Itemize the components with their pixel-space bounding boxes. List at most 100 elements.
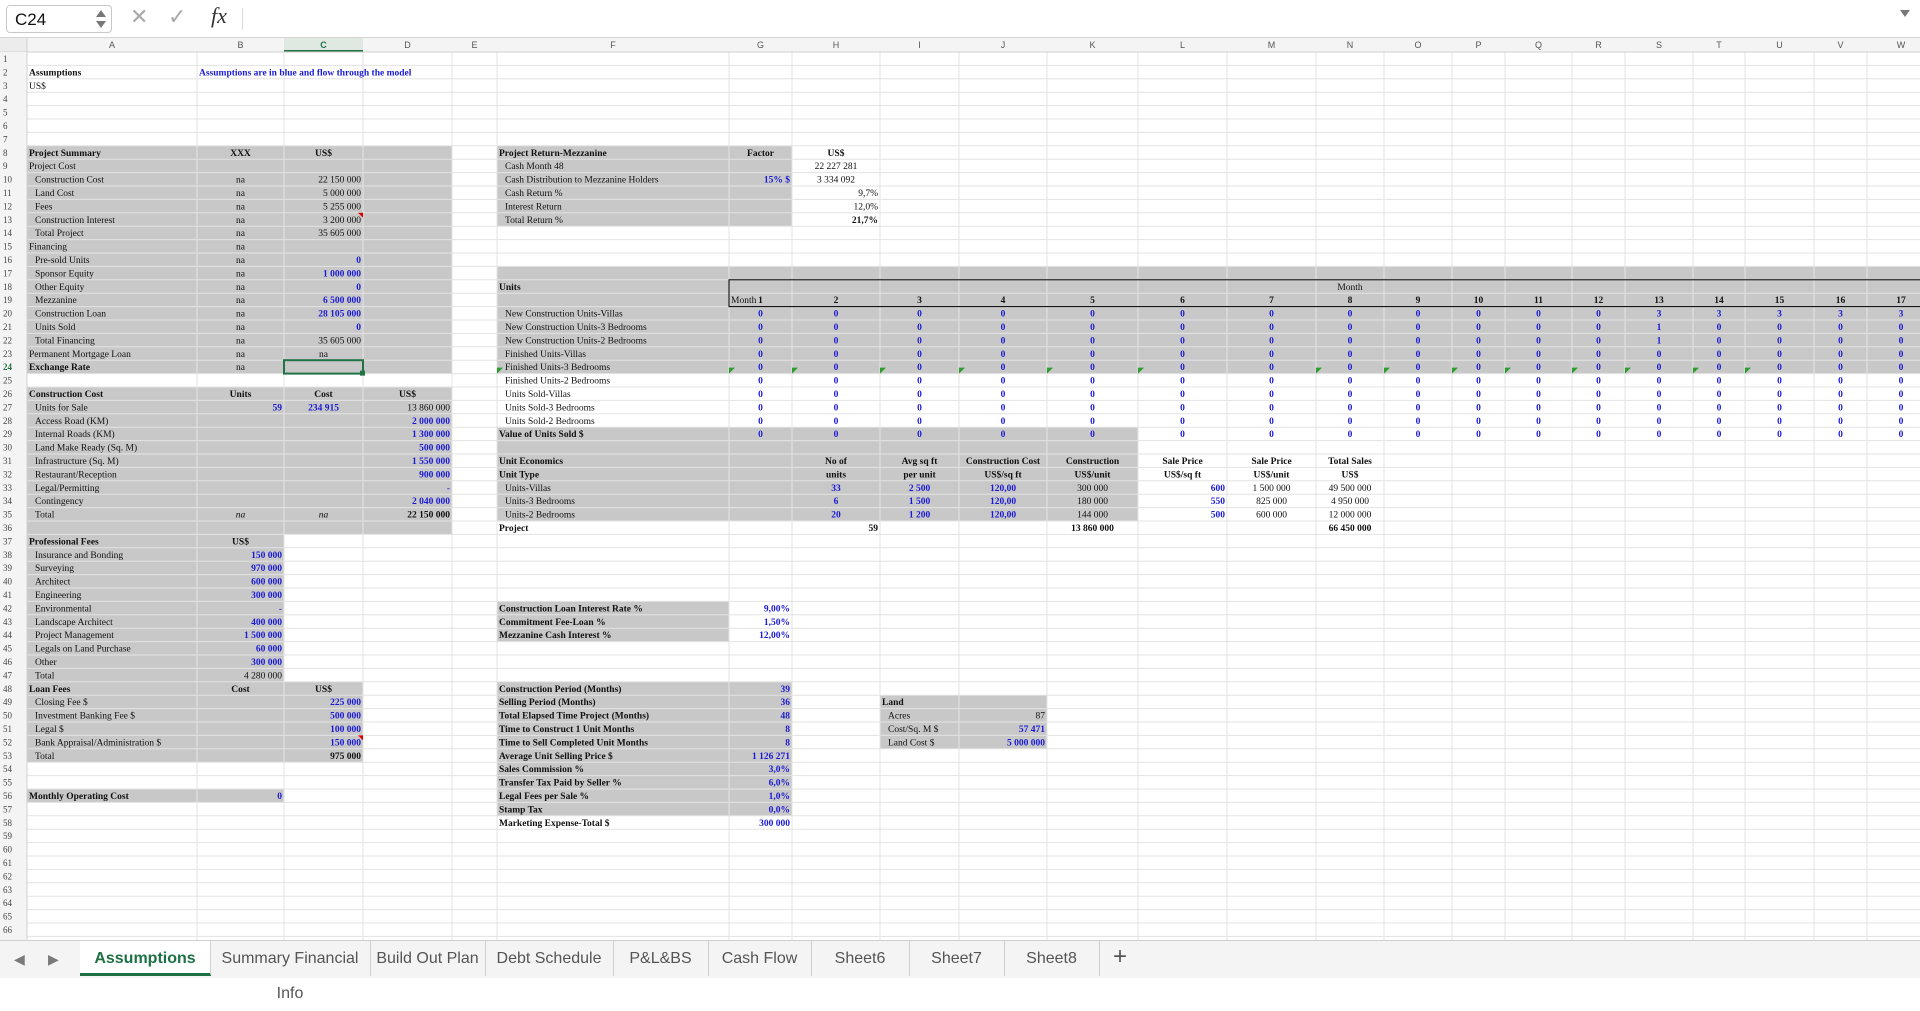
cell-C17[interactable]: 1 000 000 [323, 269, 361, 279]
column-header-W[interactable]: W [1897, 40, 1906, 50]
cell-A17[interactable]: Sponsor Equity [35, 269, 94, 279]
cell-W29[interactable]: 0 [1899, 430, 1904, 440]
cell-F10[interactable]: Cash Distribution to Mezzanine Holders [505, 176, 659, 186]
cell-R22[interactable]: 0 [1596, 336, 1601, 346]
cell-M31[interactable]: Sale Price [1251, 457, 1291, 467]
cell-F27[interactable]: Units Sold-3 Bedrooms [505, 403, 595, 413]
cell-A44[interactable]: Project Management [35, 631, 114, 641]
row-header-34[interactable]: 34 [3, 496, 13, 506]
column-header-F[interactable]: F [610, 40, 616, 50]
cell-U28[interactable]: 0 [1777, 417, 1782, 427]
cell-A24[interactable]: Exchange Rate [29, 363, 90, 373]
cell-T27[interactable]: 0 [1717, 403, 1722, 413]
cell-H27[interactable]: 0 [834, 403, 839, 413]
cell-A43[interactable]: Landscape Architect [35, 618, 113, 628]
cell-K24[interactable]: 0 [1090, 363, 1095, 373]
cell-B39[interactable]: 970 000 [251, 564, 282, 574]
cell-C22[interactable]: 35 605 000 [318, 336, 361, 346]
cell-V20[interactable]: 3 [1838, 310, 1843, 320]
cell-C23[interactable]: na [319, 350, 329, 360]
cell-B13[interactable]: na [236, 216, 246, 226]
column-header-T[interactable]: T [1716, 40, 1722, 50]
row-header-4[interactable]: 4 [3, 94, 8, 104]
cell-A9[interactable]: Project Cost [29, 162, 76, 172]
cell-O24[interactable]: 0 [1416, 363, 1421, 373]
cell-G26[interactable]: 0 [758, 390, 763, 400]
cell-K33[interactable]: 300 000 [1077, 484, 1108, 494]
cell-B42[interactable]: - [279, 604, 282, 614]
cell-A46[interactable]: Other [35, 658, 57, 668]
cell-H32[interactable]: units [826, 470, 846, 480]
column-header-K[interactable]: K [1089, 40, 1095, 50]
row-header-42[interactable]: 42 [3, 603, 12, 613]
cell-A50[interactable]: Investment Banking Fee $ [35, 711, 135, 722]
cell-A18[interactable]: Other Equity [35, 283, 85, 293]
cell-M34[interactable]: 825 000 [1256, 497, 1287, 507]
cell-D28[interactable]: 2 000 000 [412, 417, 450, 427]
cell-F49[interactable]: Selling Period (Months) [499, 697, 596, 708]
cell-B35[interactable]: na [236, 511, 246, 521]
cell-M22[interactable]: 0 [1269, 336, 1274, 346]
column-header-J[interactable]: J [1001, 40, 1006, 50]
cell-D27[interactable]: 13 860 000 [407, 403, 450, 413]
cell-F22[interactable]: New Construction Units-2 Bedrooms [505, 336, 647, 346]
cell-N31[interactable]: Total Sales [1328, 457, 1372, 467]
cell-F24[interactable]: Finished Units-3 Bedrooms [505, 363, 610, 373]
cell-K21[interactable]: 0 [1090, 323, 1095, 333]
row-header-61[interactable]: 61 [3, 858, 12, 868]
cell-M33[interactable]: 1 500 000 [1253, 484, 1291, 494]
row-header-39[interactable]: 39 [3, 563, 13, 573]
cell-H20[interactable]: 0 [834, 310, 839, 320]
row-header-17[interactable]: 17 [3, 268, 13, 278]
row-header-66[interactable]: 66 [3, 925, 13, 935]
cell-F58[interactable]: Marketing Expense-Total $ [499, 818, 610, 829]
cell-A15[interactable]: Financing [29, 243, 67, 253]
cell-T28[interactable]: 0 [1717, 417, 1722, 427]
cell-L29[interactable]: 0 [1180, 430, 1185, 440]
prev-sheet-icon[interactable]: ◀ [14, 951, 25, 968]
cell-J31[interactable]: Construction Cost [966, 457, 1041, 467]
cell-C27[interactable]: 234 915 [308, 403, 339, 413]
cell-M28[interactable]: 0 [1269, 417, 1274, 427]
cell-O25[interactable]: 0 [1416, 377, 1421, 387]
cell-F54[interactable]: Sales Commission % [499, 765, 584, 775]
row-header-6[interactable]: 6 [3, 121, 8, 131]
cell-K23[interactable]: 0 [1090, 350, 1095, 360]
row-header-13[interactable]: 13 [3, 215, 13, 225]
cell-J35[interactable]: 120,00 [990, 511, 1016, 521]
cell-R19[interactable]: 12 [1594, 296, 1604, 306]
row-header-20[interactable]: 20 [3, 309, 13, 319]
cell-U20[interactable]: 3 [1777, 310, 1782, 320]
cell-I52[interactable]: Land Cost $ [888, 737, 935, 748]
cell-J52[interactable]: 5 000 000 [1007, 738, 1045, 748]
cell-T26[interactable]: 0 [1717, 390, 1722, 400]
cell-N18[interactable]: Month [1337, 283, 1363, 293]
cell-L28[interactable]: 0 [1180, 417, 1185, 427]
cell-W26[interactable]: 0 [1899, 390, 1904, 400]
cell-C35[interactable]: na [319, 511, 329, 521]
cell-F43[interactable]: Commitment Fee-Loan % [499, 618, 606, 628]
row-header-59[interactable]: 59 [3, 831, 13, 841]
cell-B17[interactable]: na [236, 269, 246, 279]
cell-I28[interactable]: 0 [917, 417, 922, 427]
cell-grid-canvas[interactable]: A B C D E F G H I J K L M N O P Q R S T U V W12345678910111213… [0, 38, 1920, 940]
row-header-55[interactable]: 55 [3, 778, 13, 788]
cell-G52[interactable]: 8 [785, 738, 790, 748]
cell-I22[interactable]: 0 [917, 336, 922, 346]
cell-N35[interactable]: 12 000 000 [1329, 511, 1372, 521]
cell-C8[interactable]: US$ [315, 148, 332, 159]
cell-D29[interactable]: 1 300 000 [412, 430, 450, 440]
cell-A38[interactable]: Insurance and Bonding [35, 551, 123, 561]
cell-A8[interactable]: Project Summary [29, 149, 101, 159]
cell-C12[interactable]: 5 255 000 [323, 202, 361, 212]
cell-N25[interactable]: 0 [1348, 377, 1353, 387]
cell-L35[interactable]: 500 [1211, 511, 1226, 521]
cell-P27[interactable]: 0 [1476, 403, 1481, 413]
cell-H28[interactable]: 0 [834, 417, 839, 427]
row-header-43[interactable]: 43 [3, 617, 13, 627]
cell-B14[interactable]: na [236, 229, 246, 239]
cell-F20[interactable]: New Construction Units-Villas [505, 310, 623, 320]
cell-W19[interactable]: 17 [1896, 296, 1906, 306]
cell-F36[interactable]: Project [499, 524, 529, 534]
row-header-48[interactable]: 48 [3, 684, 13, 694]
